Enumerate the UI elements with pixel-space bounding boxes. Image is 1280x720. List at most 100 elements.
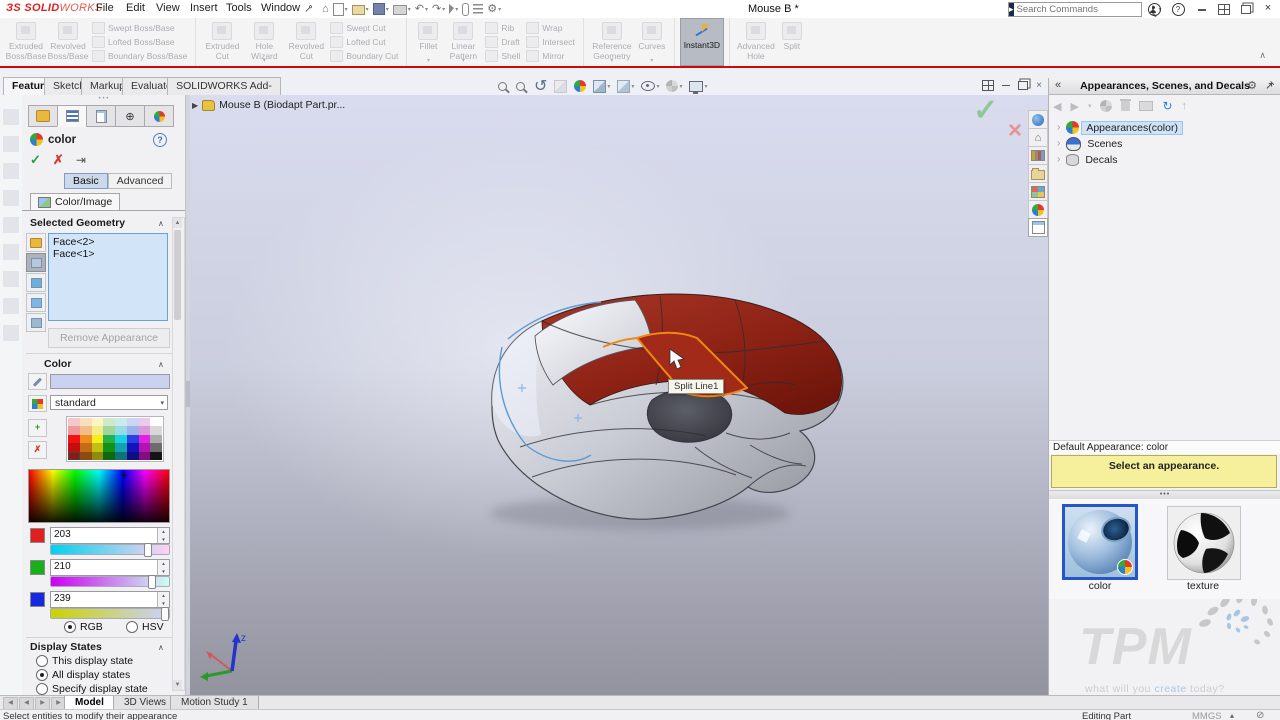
displaymanager-tab[interactable] (144, 105, 174, 127)
filter-appearance-button[interactable] (26, 233, 46, 252)
draft-button[interactable]: Draft (485, 36, 520, 48)
palette-swatch[interactable] (68, 443, 80, 451)
configurationmanager-tab[interactable] (86, 105, 116, 127)
palette-swatch[interactable] (139, 418, 151, 426)
split-button[interactable]: Split (777, 20, 807, 64)
palette-swatch[interactable] (150, 443, 162, 451)
linear-pattern-button[interactable]: Linear Pattern▾ (444, 20, 482, 64)
select-button[interactable]: ▾ (449, 2, 458, 16)
color-appearance-thumbnail[interactable] (1062, 504, 1138, 580)
tree-item-scenes[interactable]: › Scenes (1057, 136, 1122, 151)
tree-item-label[interactable]: Appearances(color) (1081, 121, 1183, 135)
red-spinner[interactable]: ▲▼ (157, 528, 169, 543)
marketplace-tab[interactable] (1028, 110, 1048, 129)
boundary-cut-button[interactable]: Boundary Cut (330, 50, 398, 62)
filter-body-button[interactable] (26, 293, 46, 312)
tab-motion-study[interactable]: Motion Study 1 (170, 696, 259, 710)
swatch-set-dropdown[interactable]: standard▾ (50, 395, 168, 410)
options-button[interactable]: ⚙▾ (487, 2, 501, 16)
green-slider-knob[interactable] (148, 575, 156, 589)
design-library-tab[interactable] (1028, 146, 1048, 165)
window-layout-button[interactable] (1216, 1, 1232, 16)
doc-restore-icon[interactable] (1018, 81, 1028, 90)
instant3d-button[interactable]: Instant3D (680, 18, 724, 66)
close-button[interactable]: × (1260, 1, 1276, 16)
list-button[interactable] (473, 2, 483, 16)
units-caret-icon[interactable]: ▴ (1230, 711, 1234, 720)
rgb-radio[interactable]: RGB (64, 621, 103, 633)
advanced-button[interactable]: Advanced (108, 173, 173, 189)
apply-scene-button[interactable]: ▾ (666, 80, 682, 92)
pm-scrollbar[interactable]: ▲ ▼ (172, 217, 185, 691)
attach-button[interactable] (462, 2, 469, 16)
palette-swatch[interactable] (115, 426, 127, 434)
view-orientation-button[interactable]: ▾ (593, 80, 610, 93)
menu-tools[interactable]: Tools (222, 2, 256, 14)
wrap-button[interactable]: Wrap (526, 22, 575, 34)
palette-swatch[interactable] (127, 418, 139, 426)
delete-swatch-button[interactable]: ✗ (28, 441, 47, 459)
palette-swatch[interactable] (139, 452, 151, 460)
list-item-face2[interactable]: Face<2> (53, 236, 167, 248)
file-explorer-tab[interactable] (1028, 164, 1048, 183)
search-commands-box[interactable]: ▸ ▾ (1008, 2, 1142, 17)
selected-geometry-list[interactable]: Face<2> Face<1> (48, 233, 168, 321)
doc-minimize-icon[interactable] (1002, 85, 1010, 87)
help-button[interactable]: ? (1170, 1, 1186, 16)
palette-swatch[interactable] (115, 443, 127, 451)
scroll-thumb[interactable] (174, 230, 181, 320)
refresh-icon[interactable]: ↻ (1162, 99, 1172, 113)
palette-swatch[interactable] (68, 426, 80, 434)
display-states-collapse-icon[interactable]: ∧ (158, 643, 164, 652)
pin-button[interactable]: ⇥ (76, 153, 86, 167)
revolved-boss-button[interactable]: Revolved Boss/Base (47, 20, 89, 64)
nav-caret-icon[interactable]: ▾ (1088, 102, 1092, 110)
zoom-fit-button[interactable] (498, 82, 509, 91)
print-button[interactable]: ▾ (393, 2, 411, 16)
palette-swatch[interactable] (92, 452, 104, 460)
cancel-button[interactable]: ✗ (53, 152, 64, 168)
tab-3d-views[interactable]: 3D Views (113, 696, 177, 710)
view-settings-button[interactable]: ▾ (689, 81, 707, 92)
color-image-tab[interactable]: Color/Image (30, 193, 120, 210)
palette-swatch[interactable] (92, 418, 104, 426)
swept-boss-button[interactable]: Swept Boss/Base (92, 22, 187, 34)
status-tag-icon[interactable]: ⊘ (1256, 710, 1264, 720)
scroll-down-icon[interactable]: ▼ (173, 680, 182, 690)
redo-button[interactable]: ↷▾ (432, 2, 445, 16)
tab-solidworks-addins[interactable]: SOLIDWORKS Add-Ins (167, 77, 281, 95)
confirm-cancel-icon[interactable]: × (1008, 117, 1022, 145)
green-value-input[interactable] (51, 560, 155, 573)
palette-swatch[interactable] (150, 452, 162, 460)
nav-back-icon[interactable]: ◀ (1053, 100, 1061, 113)
rib-button[interactable]: Rib (485, 22, 520, 34)
palette-swatch[interactable] (150, 435, 162, 443)
extruded-boss-button[interactable]: Extruded Boss/Base (5, 20, 47, 64)
color-section-header[interactable]: Color (44, 358, 71, 370)
palette-swatch[interactable] (103, 426, 115, 434)
view-palette-tab[interactable] (1028, 182, 1048, 201)
appearances-tab[interactable] (1028, 200, 1048, 219)
boundary-boss-button[interactable]: Boundary Boss/Base (92, 50, 187, 62)
tab-model[interactable]: Model (64, 696, 115, 710)
palette-swatch[interactable] (80, 426, 92, 434)
tree-item-label[interactable]: Scenes (1087, 138, 1122, 150)
account-button[interactable] (1146, 1, 1162, 16)
tree-item-appearances[interactable]: › Appearances(color) (1057, 120, 1183, 135)
palette-swatch[interactable] (80, 443, 92, 451)
color-gradient-picker[interactable]: + (28, 469, 170, 523)
tree-item-decals[interactable]: › Decals (1057, 152, 1117, 167)
add-swatch-button[interactable]: + (28, 419, 47, 437)
featuremanager-tab[interactable] (28, 105, 58, 127)
menu-insert[interactable]: Insert (186, 2, 222, 14)
confirm-ok-icon[interactable]: ✓ (973, 95, 998, 128)
red-value-box[interactable]: ▲▼ (50, 527, 170, 544)
palette-swatch[interactable] (139, 435, 151, 443)
green-value-box[interactable]: ▲▼ (50, 559, 170, 576)
menu-file[interactable]: File (92, 2, 118, 14)
nav-forward-icon[interactable]: ▶ (1070, 100, 1078, 113)
palette-swatch[interactable] (80, 452, 92, 460)
minimize-button[interactable] (1194, 1, 1210, 16)
green-slider[interactable] (50, 576, 170, 587)
hsv-radio[interactable]: HSV (126, 621, 164, 633)
